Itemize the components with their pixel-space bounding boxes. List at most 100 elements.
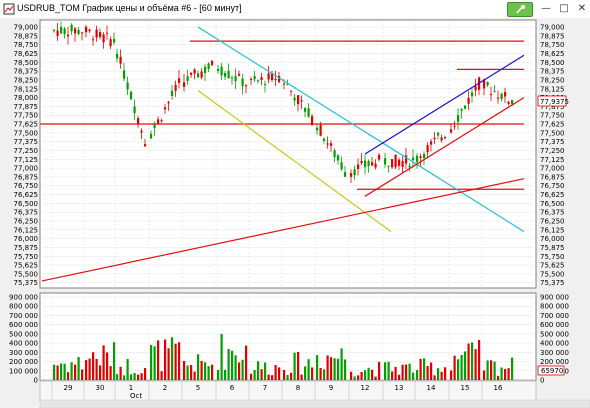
price-tick-label: 77,500 bbox=[14, 129, 39, 137]
volume-bar bbox=[267, 374, 270, 380]
volume-bar bbox=[500, 367, 503, 380]
volume-bar bbox=[150, 344, 153, 380]
volume-bar bbox=[490, 360, 493, 380]
volume-bar bbox=[160, 371, 163, 380]
candle-body bbox=[408, 165, 411, 168]
candle-body bbox=[323, 138, 326, 141]
volume-bar bbox=[457, 359, 460, 380]
price-tick-label: 78,750 bbox=[540, 41, 565, 49]
volume-bar bbox=[200, 360, 203, 380]
volume-bar bbox=[116, 374, 119, 380]
time-tick-label: 12 bbox=[361, 384, 370, 392]
price-tick-label: 77,875 bbox=[14, 103, 39, 111]
volume-bar bbox=[157, 340, 160, 380]
volume-bar bbox=[99, 365, 102, 380]
candle-body bbox=[504, 92, 507, 97]
candle-body bbox=[267, 73, 270, 80]
current-price-label: 77,9375 bbox=[540, 98, 569, 106]
candle-body bbox=[234, 75, 237, 82]
candle-body bbox=[450, 129, 453, 133]
candle-body bbox=[319, 124, 322, 136]
price-tick-label: 76,750 bbox=[14, 182, 39, 190]
volume-bar bbox=[183, 360, 186, 380]
candle-body bbox=[133, 106, 136, 114]
volume-bar bbox=[250, 373, 253, 380]
price-tick-label: 77,250 bbox=[14, 147, 39, 155]
candle-body bbox=[260, 77, 263, 80]
candle-body bbox=[391, 159, 394, 168]
volume-bar bbox=[398, 374, 401, 380]
volume-bar bbox=[137, 374, 140, 380]
price-tick-label: 78,875 bbox=[540, 32, 565, 40]
candle-body bbox=[116, 53, 119, 59]
price-panel[interactable] bbox=[39, 19, 537, 289]
volume-bar bbox=[437, 368, 440, 380]
horizontal-scrollbar[interactable] bbox=[39, 399, 590, 408]
volume-bar bbox=[234, 355, 237, 380]
volume-tick-label: 600 000 bbox=[540, 321, 569, 329]
candle-body bbox=[433, 137, 436, 140]
time-tick-label: 29 bbox=[64, 384, 73, 392]
price-tick-label: 77,125 bbox=[540, 156, 565, 164]
price-tick-label: 76,250 bbox=[540, 218, 565, 226]
volume-bar bbox=[85, 360, 88, 380]
price-tick-label: 78,250 bbox=[14, 76, 39, 84]
price-tick-label: 76,125 bbox=[540, 226, 565, 234]
volume-bar bbox=[227, 348, 230, 380]
candle-body bbox=[437, 132, 440, 136]
volume-bar bbox=[119, 366, 122, 380]
price-tick-label: 76,500 bbox=[540, 200, 565, 208]
volume-bar bbox=[378, 361, 381, 380]
price-tick-label: 77,750 bbox=[540, 112, 565, 120]
volume-bar bbox=[171, 337, 174, 380]
candle-body bbox=[457, 115, 460, 122]
volume-bar bbox=[337, 358, 340, 380]
volume-bar bbox=[471, 342, 474, 380]
candle-body bbox=[384, 158, 387, 165]
volume-bar bbox=[493, 361, 496, 380]
volume-bar bbox=[253, 370, 256, 380]
candle-body bbox=[190, 72, 193, 75]
price-tick-label: 75,375 bbox=[540, 279, 565, 287]
volume-bar bbox=[123, 375, 126, 380]
volume-bar bbox=[387, 361, 390, 380]
volume-bar bbox=[130, 374, 133, 380]
candle-body bbox=[486, 82, 489, 86]
candle-body bbox=[171, 90, 174, 97]
price-tick-label: 75,375 bbox=[14, 279, 39, 287]
candle-body bbox=[311, 116, 314, 125]
volume-bar bbox=[357, 375, 360, 380]
volume-bar bbox=[217, 370, 220, 380]
price-tick-label: 77,000 bbox=[14, 165, 39, 173]
volume-bar bbox=[316, 355, 319, 380]
volume-bar bbox=[460, 354, 463, 380]
volume-bar bbox=[504, 369, 507, 380]
candle-body bbox=[507, 101, 510, 104]
price-tick-label: 75,875 bbox=[14, 244, 39, 252]
price-tick-label: 75,750 bbox=[14, 253, 39, 261]
volume-bar bbox=[405, 364, 408, 380]
candle-body bbox=[500, 93, 503, 99]
candle-body bbox=[290, 90, 293, 92]
candle-body bbox=[440, 137, 443, 141]
candle-body bbox=[56, 30, 59, 36]
candle-body bbox=[207, 63, 210, 70]
price-tick-label: 77,625 bbox=[540, 121, 565, 129]
volume-bar bbox=[416, 369, 419, 380]
volume-bar bbox=[507, 368, 510, 380]
candle-body bbox=[333, 150, 336, 158]
candle-body bbox=[300, 100, 303, 102]
volume-bar bbox=[92, 352, 95, 380]
candle-body bbox=[99, 32, 102, 38]
candle-body bbox=[137, 118, 140, 124]
candle-body bbox=[340, 162, 343, 170]
volume-tick-label: 200 000 bbox=[9, 358, 38, 366]
candle-body bbox=[274, 79, 277, 81]
candle-body bbox=[74, 28, 77, 34]
volume-tick-label: 600 000 bbox=[9, 321, 38, 329]
volume-bar bbox=[474, 349, 477, 380]
volume-bar bbox=[483, 370, 486, 380]
price-tick-label: 76,625 bbox=[540, 191, 565, 199]
candle-body bbox=[245, 85, 248, 87]
candle-body bbox=[453, 126, 456, 128]
